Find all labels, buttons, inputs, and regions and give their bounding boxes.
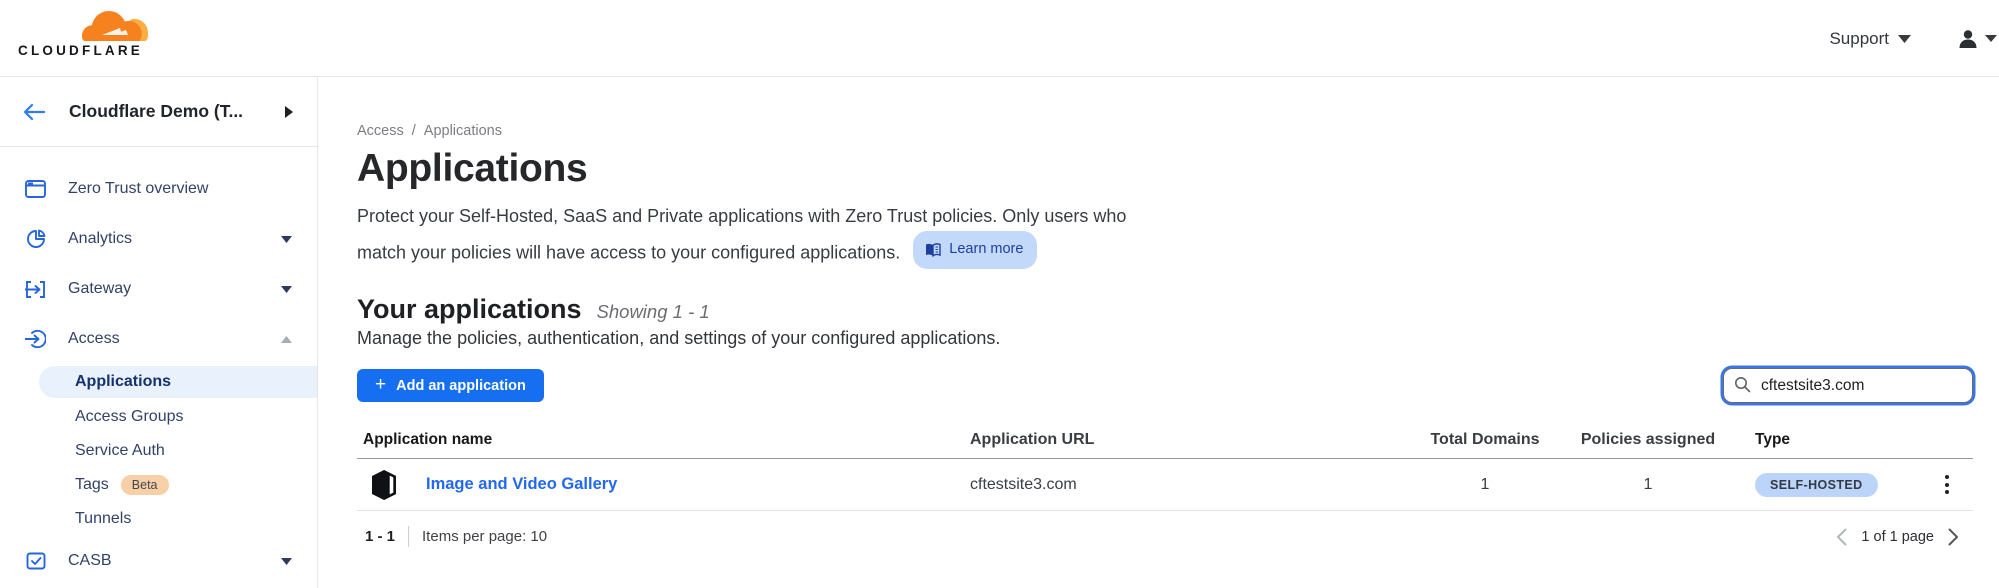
sidebar-item-label: Applications	[75, 373, 171, 391]
support-label: Support	[1829, 29, 1889, 49]
sidebar-item-label: Service Auth	[75, 442, 165, 460]
user-account-menu[interactable]	[1957, 28, 1997, 50]
policies-assigned-value: 1	[1550, 476, 1746, 494]
next-page-icon[interactable]	[1948, 528, 1959, 546]
analytics-pie-icon	[25, 229, 46, 249]
page-indicator: 1 of 1 page	[1861, 529, 1934, 545]
application-cube-icon	[370, 469, 398, 501]
chevron-down-icon	[281, 558, 292, 565]
book-icon	[925, 243, 941, 257]
items-per-page[interactable]: Items per page: 10	[422, 528, 547, 545]
sidebar: Cloudflare Demo (T... Zero Trust overvie…	[0, 77, 318, 588]
application-name-link[interactable]: Image and Video Gallery	[426, 475, 617, 494]
sidebar-item-label: Analytics	[68, 230, 281, 248]
account-switcher[interactable]: Cloudflare Demo (T...	[0, 77, 317, 147]
column-header-type: Type	[1746, 431, 1920, 449]
breadcrumb-access[interactable]: Access	[357, 123, 404, 139]
page-description: Protect your Self-Hosted, SaaS and Priva…	[357, 202, 1999, 269]
previous-page-icon[interactable]	[1836, 528, 1847, 546]
chevron-up-icon	[281, 336, 292, 343]
sidebar-item-tunnels[interactable]: Tunnels	[0, 502, 317, 536]
column-header-policies-assigned: Policies assigned	[1550, 431, 1746, 449]
application-url: cftestsite3.com	[970, 476, 1420, 494]
search-input[interactable]	[1723, 368, 1973, 403]
account-name: Cloudflare Demo (T...	[69, 101, 285, 122]
column-header-application-name: Application name	[357, 431, 970, 449]
sidebar-nav: Zero Trust overview Analytics Gateway	[0, 147, 317, 586]
sidebar-item-label: CASB	[68, 552, 281, 570]
pagination: 1 - 1 Items per page: 10 1 of 1 page	[357, 526, 1973, 547]
sidebar-item-gateway[interactable]: Gateway	[0, 264, 317, 314]
sidebar-item-label: Gateway	[68, 280, 281, 298]
total-domains-value: 1	[1420, 476, 1550, 494]
search-icon	[1734, 376, 1751, 398]
cloudflare-cloud-icon	[82, 6, 148, 42]
chevron-right-icon[interactable]	[285, 106, 293, 118]
description-line-1: Protect your Self-Hosted, SaaS and Priva…	[357, 206, 1126, 226]
breadcrumb-applications[interactable]: Applications	[424, 123, 502, 139]
casb-check-icon	[25, 551, 46, 571]
gateway-icon	[25, 281, 46, 298]
pagination-range: 1 - 1	[365, 528, 395, 545]
sidebar-item-label: Tags	[75, 476, 109, 494]
chevron-down-icon	[281, 236, 292, 243]
cloudflare-logo-text: CLOUDFLARE	[18, 43, 158, 58]
sidebar-item-label: Zero Trust overview	[68, 180, 305, 198]
sidebar-item-casb[interactable]: CASB	[0, 536, 317, 586]
description-line-2: match your policies will have access to …	[357, 243, 900, 263]
back-arrow-icon[interactable]	[23, 103, 45, 121]
sidebar-item-zero-trust-overview[interactable]: Zero Trust overview	[0, 164, 317, 214]
sidebar-item-label: Access Groups	[75, 408, 183, 426]
sidebar-item-applications[interactable]: Applications	[39, 366, 317, 398]
breadcrumb-separator: /	[412, 123, 416, 139]
table-row: Image and Video Gallery cftestsite3.com …	[357, 459, 1973, 511]
sidebar-item-analytics[interactable]: Analytics	[0, 214, 317, 264]
column-header-application-url: Application URL	[970, 431, 1420, 449]
applications-table: Application name Application URL Total D…	[357, 431, 1973, 511]
sidebar-item-tags[interactable]: Tags Beta	[0, 468, 317, 502]
page-title: Applications	[357, 147, 1999, 191]
chevron-down-icon	[1985, 35, 1997, 42]
learn-more-button[interactable]: Learn more	[913, 231, 1037, 269]
access-login-icon	[25, 329, 46, 349]
support-menu[interactable]: Support	[1829, 29, 1911, 49]
chevron-down-icon	[1898, 35, 1911, 43]
overview-window-icon	[25, 180, 46, 198]
sidebar-item-access-groups[interactable]: Access Groups	[0, 400, 317, 434]
access-subnav: Applications Access Groups Service Auth …	[0, 366, 317, 536]
beta-badge: Beta	[121, 475, 169, 495]
column-header-total-domains: Total Domains	[1420, 431, 1550, 449]
chevron-down-icon	[281, 286, 292, 293]
section-title: Your applications	[357, 294, 582, 325]
sidebar-item-label: Access	[68, 330, 281, 348]
user-icon	[1957, 28, 1979, 50]
row-actions-kebab-icon[interactable]	[1941, 471, 1953, 498]
showing-count: Showing 1 - 1	[597, 301, 710, 323]
plus-icon: +	[375, 375, 386, 394]
type-badge: SELF-HOSTED	[1755, 473, 1878, 497]
sidebar-item-label: Tunnels	[75, 510, 131, 528]
sidebar-item-access[interactable]: Access	[0, 314, 317, 364]
pagination-divider	[408, 526, 409, 547]
cloudflare-logo[interactable]: CLOUDFLARE	[18, 6, 158, 58]
sidebar-item-service-auth[interactable]: Service Auth	[0, 434, 317, 468]
global-header: CLOUDFLARE Support	[0, 0, 1999, 77]
section-subtitle: Manage the policies, authentication, and…	[357, 328, 1999, 349]
main-content: Access / Applications Applications Prote…	[318, 77, 1999, 588]
learn-more-label: Learn more	[949, 235, 1023, 264]
breadcrumb: Access / Applications	[357, 123, 1999, 139]
table-header-row: Application name Application URL Total D…	[357, 431, 1973, 459]
add-application-label: Add an application	[396, 378, 526, 394]
add-application-button[interactable]: + Add an application	[357, 369, 544, 402]
